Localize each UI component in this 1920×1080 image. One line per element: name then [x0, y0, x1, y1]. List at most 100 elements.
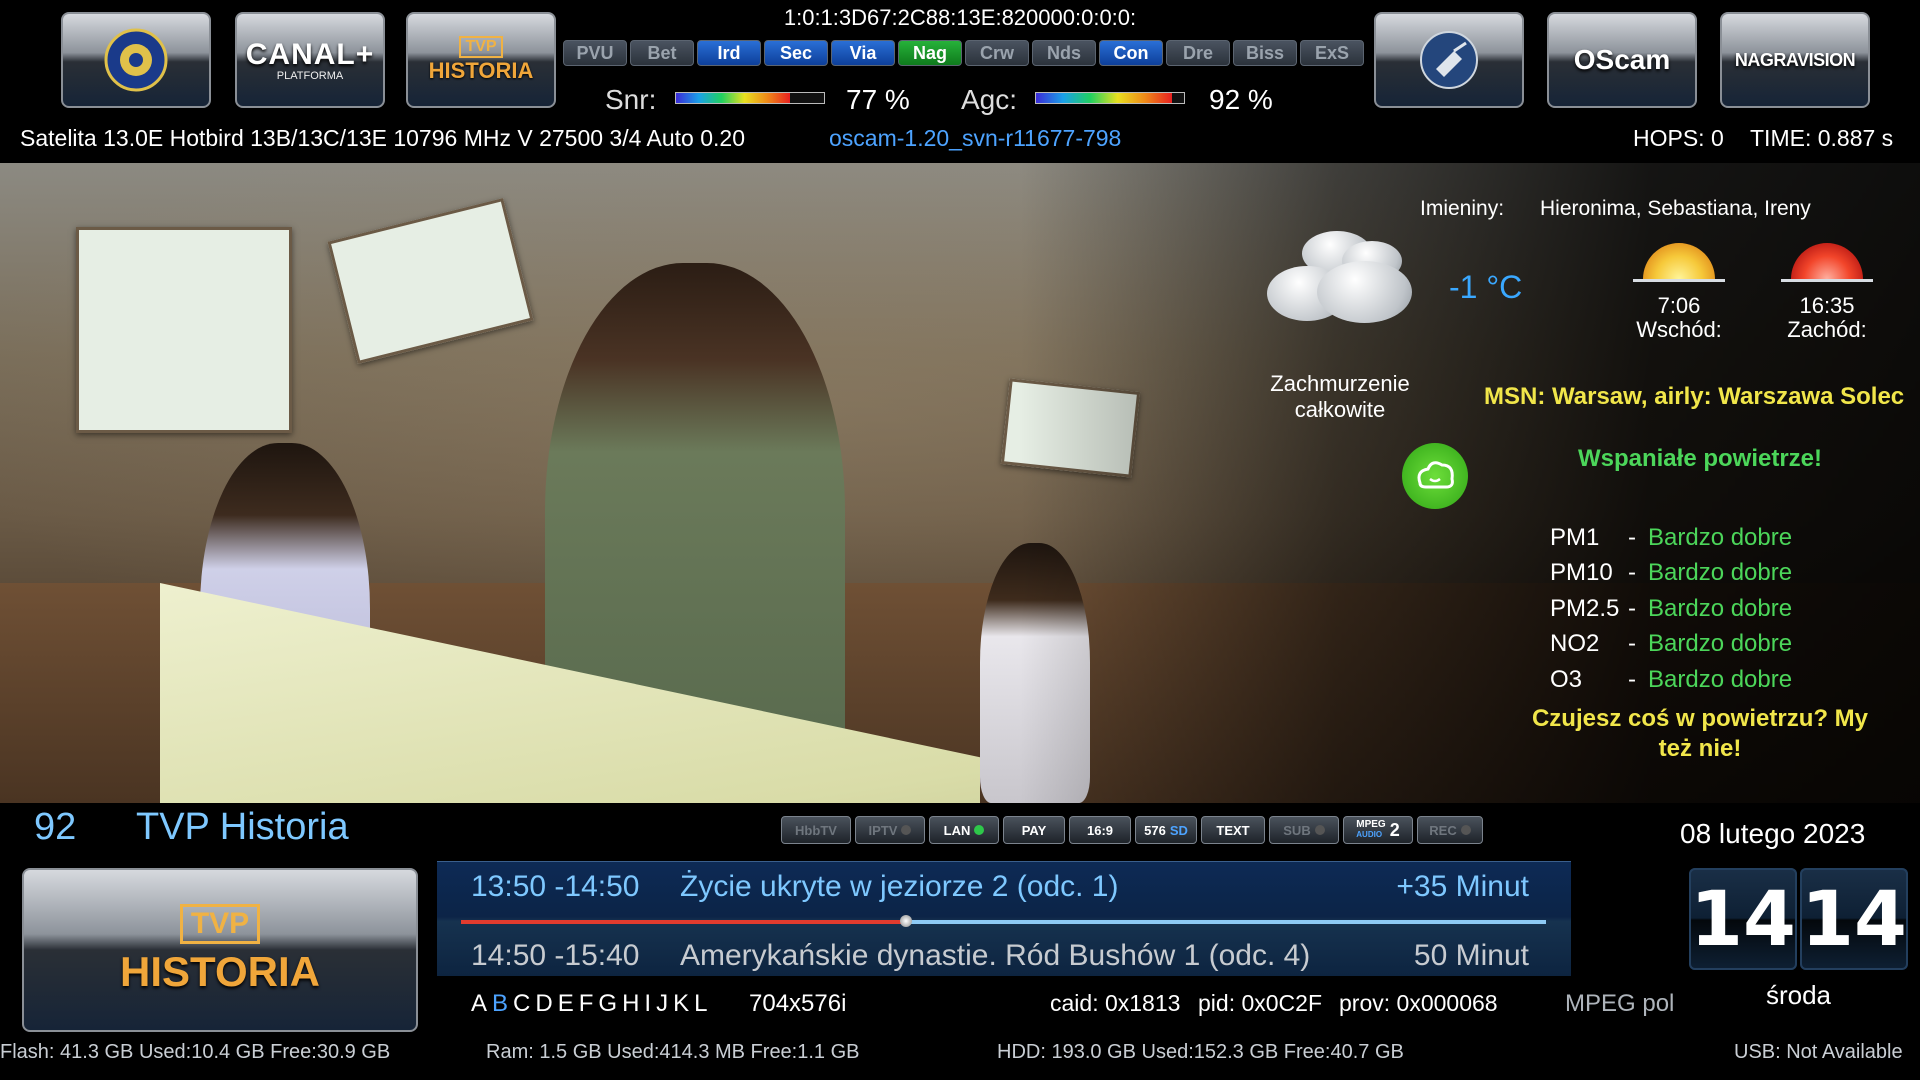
epg-next-title: Amerykańskie dynastie. Ród Bushów 1 (odc…: [680, 939, 1311, 972]
epg-progress-fill: [461, 920, 906, 924]
epg-now-time: 13:50 -14:50: [471, 870, 640, 903]
historia-word: HISTORIA: [120, 948, 320, 995]
dvb-t-icon: [104, 28, 168, 92]
ecm-via-indicator: Via: [831, 40, 895, 66]
cas-letter: G: [598, 990, 618, 1017]
flash-usage: Flash: 41.3 GB Used:10.4 GB Free:30.9 GB: [0, 1041, 391, 1063]
snr-label: Snr:: [605, 84, 657, 115]
cas-letter: E: [557, 990, 574, 1017]
snr-meter: [675, 92, 825, 104]
pollutant-status: Bardzo dobre: [1648, 559, 1793, 587]
cas-letter: H: [622, 990, 640, 1017]
flag-label: IPTV: [868, 822, 898, 838]
flag-iptv-indicator: IPTV: [855, 816, 925, 844]
weather-condition-line1: Zachmurzenie: [1270, 371, 1410, 396]
hops-value: HOPS: 0: [1633, 125, 1724, 151]
ecm-exs-indicator: ExS: [1300, 40, 1364, 66]
pid: pid: 0x0C2F: [1198, 990, 1323, 1016]
ecm-dre-indicator: Dre: [1166, 40, 1230, 66]
flag-label: PAY: [1021, 822, 1047, 838]
agc-meter-fill: [1036, 93, 1173, 103]
horizon-line: [1781, 279, 1873, 282]
cam-version: oscam-1.20_svn-r11677-798: [829, 125, 1122, 151]
tvp-badge: TVP: [459, 36, 503, 58]
pollutant-name: PM2.5: [1550, 594, 1620, 622]
ecm-pvu-indicator: PVU: [563, 40, 627, 66]
weekday: środa: [1765, 980, 1832, 1010]
weather-station: MSN: Warsaw, airly: Warszawa Solec: [1484, 383, 1905, 410]
flag-lan-indicator: LAN: [929, 816, 999, 844]
cas-letter: I: [644, 990, 652, 1017]
ram-usage: Ram: 1.5 GB Used:414.3 MB Free:1.1 GB: [486, 1041, 860, 1063]
epg-progress-knob: [899, 915, 912, 927]
nagravision-text: NAGRAVISION: [1734, 49, 1856, 70]
flag-extra: SD: [1169, 822, 1188, 838]
hdd-usage: HDD: 193.0 GB Used:152.3 GB Free:40.7 GB: [997, 1041, 1404, 1063]
cas-letters: ABCDEFGHIJKL: [471, 990, 707, 1018]
pollutant-status: Bardzo dobre: [1648, 665, 1793, 693]
pollutant-row: PM10- Bardzo dobre: [1550, 556, 1792, 592]
protest-sign: [76, 227, 292, 433]
flag-pay-indicator: PAY: [1003, 816, 1065, 844]
sunset-time: 16:35: [1799, 293, 1855, 318]
status-dot-icon: [974, 825, 985, 835]
pollutant-status: Bardzo dobre: [1648, 523, 1793, 551]
flag-label: 16:9: [1086, 822, 1114, 838]
ecm-ird-indicator: Ird: [697, 40, 761, 66]
tuner-info: Satelita 13.0E Hotbird 13B/13C/13E 10796…: [20, 125, 745, 151]
sunrise-label: Wschód:: [1636, 317, 1722, 342]
cas-letter: F: [578, 990, 594, 1017]
name-day-value: Hieronima, Sebastiana, Ireny: [1540, 197, 1811, 220]
audio-track: MPEG pol: [1565, 990, 1675, 1017]
oscam-logo: OScam: [1547, 12, 1697, 108]
cloud-icon: [1262, 221, 1422, 341]
pollutant-row: PM2.5- Bardzo dobre: [1550, 591, 1792, 627]
cas-letter: L: [694, 990, 708, 1017]
epg-now-title: Życie ukryte w jeziorze 2 (odc. 1): [680, 870, 1119, 903]
service-reference: 1:0:1:3D67:2C88:13E:820000:0:0:0:: [783, 5, 1137, 30]
ecm-nds-indicator: Nds: [1032, 40, 1096, 66]
cas-letter: D: [535, 990, 553, 1017]
temperature: -1 °C: [1449, 269, 1523, 305]
ecm-sec-indicator: Sec: [764, 40, 828, 66]
agc-value: 92 %: [1209, 84, 1273, 115]
flag-169-indicator: 16:9: [1069, 816, 1131, 844]
tvp-historia-logo: TVP HISTORIA: [22, 868, 418, 1032]
tvp-badge: TVP: [179, 904, 261, 944]
ecm-nag-indicator: Nag: [898, 40, 962, 66]
satellite-dish-icon: [1420, 31, 1478, 89]
epg-progress-bar: [461, 915, 1546, 927]
ecm-biss-indicator: Biss: [1233, 40, 1297, 66]
flag-hbbtv-indicator: HbbTV: [781, 816, 851, 844]
flag-label: 576: [1144, 822, 1166, 838]
status-dot-icon: [1314, 825, 1325, 835]
protest-sign: [327, 197, 534, 365]
cas-letter: K: [673, 990, 690, 1017]
epg-panel: 13:50 -14:50 Życie ukryte w jeziorze 2 (…: [437, 861, 1571, 976]
status-dot-icon: [1460, 825, 1471, 835]
pollutant-row: O3 - Bardzo dobre: [1550, 662, 1792, 698]
air-quality-icon: [1402, 443, 1468, 509]
epg-next-duration: 50 Minut: [1413, 939, 1529, 972]
flag-576-indicator: 576 SD: [1135, 816, 1197, 844]
pollutant-row: NO2- Bardzo dobre: [1550, 627, 1792, 663]
flag-mpeg-indicator: MPEG AUDIO 2: [1343, 816, 1413, 844]
name-day-label: Imieniny:: [1420, 197, 1505, 220]
flag-sub-indicator: SUB: [1269, 816, 1339, 844]
clock-minutes: 14: [1800, 868, 1908, 970]
ecm-bet-indicator: Bet: [630, 40, 694, 66]
cas-letter: C: [513, 990, 531, 1017]
flag-label: LAN: [943, 822, 971, 838]
oscam-text: OScam: [1573, 44, 1671, 75]
pollutant-name: NO2: [1550, 630, 1600, 658]
pollutant-name: O3: [1550, 665, 1583, 693]
clock-hours: 14: [1689, 868, 1797, 970]
agc-label: Agc:: [961, 84, 1018, 115]
flag-rec-indicator: REC: [1417, 816, 1483, 844]
ecm-con-indicator: Con: [1099, 40, 1163, 66]
date: 08 lutego 2023: [1680, 818, 1866, 849]
sunrise-time: 7:06: [1657, 293, 1701, 318]
pollutant-name: PM1: [1550, 523, 1600, 551]
video-resolution: 704x576i: [749, 990, 847, 1017]
pollutant-name: PM10: [1550, 559, 1613, 587]
